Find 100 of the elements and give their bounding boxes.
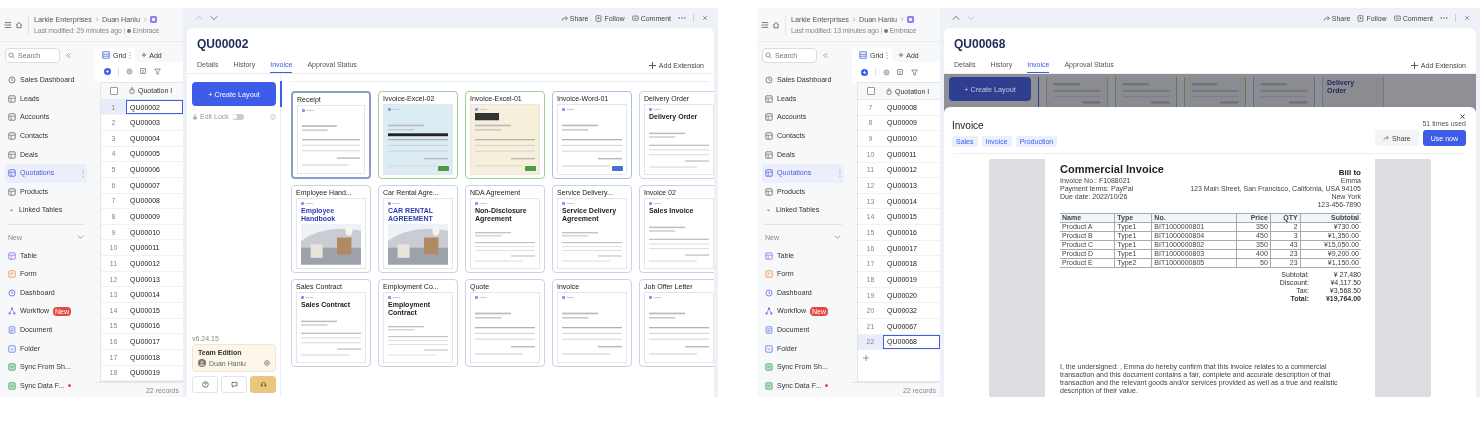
spreadsheet-icon [765,381,773,390]
add-record-icon[interactable] [104,68,111,76]
chevron-down-icon[interactable] [967,15,975,21]
table-icon [765,150,773,159]
fields-icon[interactable] [140,68,147,76]
document-title: Commercial Invoice [1060,163,1164,175]
logo-icon [475,296,487,299]
add-record-icon[interactable] [861,68,868,76]
workflow-icon [765,307,773,316]
clock-icon [765,288,773,297]
logo-icon [649,108,661,111]
spreadsheet-icon [765,363,773,372]
workflow-icon [8,307,16,316]
chat-icon [230,381,238,388]
comment-icon [1393,14,1401,22]
fields-icon[interactable] [897,68,904,76]
table-icon [765,94,773,103]
clock-icon [8,288,16,297]
table-icon [765,132,773,141]
filter-icon[interactable] [911,68,918,76]
clock-icon [8,76,16,85]
info-icon [883,28,888,33]
more-icon[interactable] [678,15,686,21]
plus-icon [898,52,905,58]
logo-icon [562,296,574,299]
chevron-icon [851,17,856,22]
logo-icon [388,108,400,111]
logo-icon [388,202,400,205]
comment-icon [631,14,639,22]
table-icon [8,251,16,260]
support-button[interactable] [250,376,276,393]
avatar [198,359,206,367]
caret-icon[interactable] [9,207,14,213]
chevron-icon [142,17,147,22]
dialog-title: Invoice [952,120,985,131]
chevron-icon[interactable] [77,235,84,240]
form-icon [8,270,16,279]
settings-icon[interactable] [126,68,133,76]
plus-icon [141,52,148,58]
table-icon [765,169,773,178]
menu-icon[interactable] [4,20,12,29]
table-icon [8,132,16,141]
logo-icon [562,108,574,111]
help-button[interactable] [192,376,218,393]
search-icon [765,52,772,59]
lock-icon [192,113,198,120]
more-icon[interactable] [1440,15,1448,21]
logo-icon [475,202,487,205]
plus-icon [1410,62,1418,69]
settings-icon[interactable] [264,360,270,366]
chevron-up-icon[interactable] [195,15,203,21]
folder-icon [8,344,16,353]
bookmark-plus-icon [595,14,603,22]
document-icon [765,326,773,334]
chevron-up-icon[interactable] [952,15,960,21]
chevron-icon [899,17,904,22]
table-icon [765,187,773,196]
spreadsheet-icon [8,381,16,390]
close-icon[interactable] [1459,113,1466,120]
logo-icon [301,296,313,299]
file-type-icon [525,166,536,171]
logo-icon [302,109,314,112]
add-row-icon[interactable] [863,355,869,362]
chat-button[interactable] [221,376,247,393]
app-icon[interactable] [149,16,157,23]
share-icon [1383,135,1390,141]
menu-icon[interactable] [761,20,769,29]
chevron-icon[interactable] [834,235,841,240]
info-icon[interactable] [270,113,276,120]
checkbox[interactable] [109,86,118,95]
logo-icon [301,202,313,205]
settings-icon[interactable] [883,68,890,76]
document-heading: Bill to [1338,168,1361,177]
table-icon [765,113,773,122]
checkbox[interactable] [866,87,875,95]
logo-icon [562,202,574,205]
chevron-icon [94,17,99,22]
plus-icon [648,62,656,69]
collapse-icon[interactable] [822,52,829,59]
lock-icon [129,87,135,95]
chevron-down-icon[interactable] [210,15,218,21]
caret-icon[interactable] [766,207,771,213]
filter-icon[interactable] [154,68,161,76]
edit-lock-toggle[interactable] [231,113,244,120]
logo-icon [475,108,487,111]
home-icon[interactable] [15,20,23,29]
logo-icon [649,296,661,299]
record-title: QU00068 [953,36,1007,53]
headset-icon [259,381,267,388]
form-icon [765,270,773,279]
logo-icon [388,296,400,299]
spreadsheet-icon [8,363,16,372]
file-type-icon [612,166,623,171]
app-icon[interactable] [906,16,914,23]
share-icon [1322,14,1330,22]
home-icon[interactable] [772,20,780,29]
table-icon [8,94,16,103]
collapse-icon[interactable] [65,52,72,59]
clock-icon [765,76,773,85]
table-icon [8,150,16,159]
